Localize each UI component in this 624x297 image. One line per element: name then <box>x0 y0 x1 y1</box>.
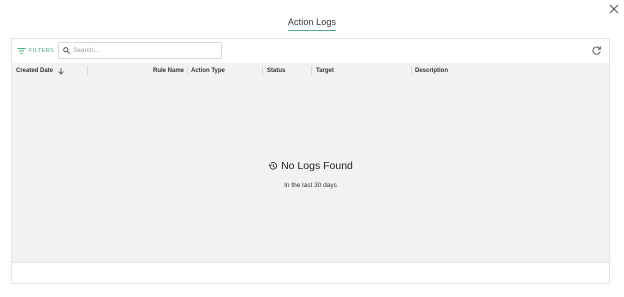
empty-state: No Logs Found In the last 30 days <box>12 158 609 189</box>
toolbar: FILTERS <box>12 39 609 62</box>
filters-button[interactable]: FILTERS <box>17 45 54 57</box>
column-header-created-date[interactable]: Created Date <box>16 63 88 79</box>
column-header-action-type[interactable]: Action Type <box>191 63 263 79</box>
dialog-title: Action Logs <box>287 17 337 31</box>
logs-panel: FILTERS Created Date <box>11 38 610 284</box>
empty-state-title: No Logs Found <box>281 160 353 172</box>
empty-state-subtitle: In the last 30 days <box>284 182 337 189</box>
logs-table: Created Date Rule Name Action Type Statu… <box>12 63 609 263</box>
search-input[interactable] <box>73 47 213 54</box>
history-icon <box>268 162 278 170</box>
column-header-status[interactable]: Status <box>267 63 312 79</box>
table-footer <box>12 262 609 283</box>
sort-descending-icon <box>58 68 64 75</box>
table-header: Created Date Rule Name Action Type Statu… <box>12 63 609 79</box>
column-header-description[interactable]: Description <box>415 63 595 79</box>
action-logs-dialog: Action Logs FILTERS Search... Created Da… <box>0 0 624 297</box>
refresh-icon[interactable] <box>591 45 602 56</box>
search-icon <box>63 47 70 54</box>
filters-label: FILTERS <box>29 48 55 54</box>
search-box[interactable] <box>58 42 222 59</box>
column-header-target[interactable]: Target <box>316 63 412 79</box>
filter-icon <box>17 48 26 54</box>
column-header-rule-name[interactable]: Rule Name <box>88 63 188 79</box>
